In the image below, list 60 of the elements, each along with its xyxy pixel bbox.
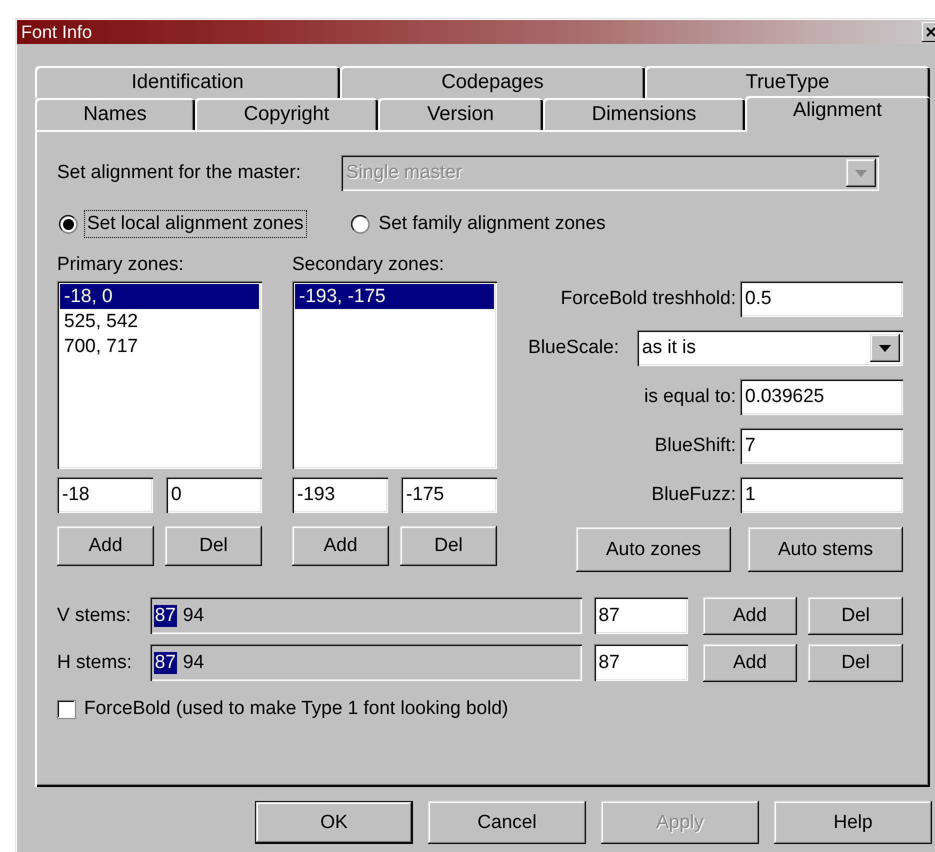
input-field[interactable]: -193 (292, 477, 388, 513)
stem-button[interactable]: Del (808, 596, 903, 634)
input-field[interactable]: 7 (740, 428, 903, 464)
tab[interactable]: Codepages (340, 66, 645, 98)
stem-value: 87 (154, 652, 177, 674)
field-label: BlueScale: (528, 337, 619, 359)
field-label: Set alignment for the master: (57, 162, 301, 184)
tab[interactable]: Identification (35, 66, 340, 98)
stem-button[interactable]: Del (808, 644, 903, 682)
field-label: V stems: (57, 604, 132, 626)
list-item[interactable]: -193, -175 (295, 284, 494, 309)
stem-button[interactable]: Add (702, 644, 798, 682)
tab[interactable]: Alignment (745, 96, 930, 132)
auto-button[interactable]: Auto stems (748, 527, 903, 572)
zone-button[interactable]: Del (400, 526, 497, 566)
tab[interactable]: Version (378, 98, 543, 130)
auto-button[interactable]: Auto zones (576, 527, 731, 572)
list-box[interactable]: -193, -175 (292, 281, 497, 469)
dialog-button[interactable]: Help (774, 801, 932, 844)
list-item[interactable]: -18, 0 (60, 284, 259, 309)
list-item[interactable]: 525, 542 (60, 309, 259, 334)
tab[interactable]: TrueType (645, 66, 930, 98)
window-title: Font Info (21, 22, 92, 42)
list-box[interactable]: -18, 0 525, 542 700, 717 (57, 281, 262, 469)
input-field[interactable]: 87 (594, 597, 688, 634)
stem-value: 87 (154, 604, 177, 626)
field-label: ForceBold treshhold: (560, 288, 736, 310)
field-label: BlueFuzz: (652, 484, 736, 506)
stems-field[interactable]: 87 94 (150, 644, 582, 681)
stem-value: 94 (182, 652, 206, 674)
tab[interactable]: Dimensions (543, 98, 745, 130)
zone-button[interactable]: Del (165, 526, 262, 566)
tab[interactable]: Names (35, 98, 195, 130)
field-label: H stems: (57, 652, 133, 674)
input-field[interactable]: 0 (166, 477, 262, 513)
zone-button[interactable]: Add (292, 526, 389, 566)
dropdown-field[interactable]: as it is (637, 330, 903, 366)
stems-field[interactable]: 87 94 (150, 597, 582, 634)
radio-label[interactable]: Set family alignment zones (376, 210, 609, 238)
list-label: Secondary zones: (292, 254, 446, 277)
radio-label[interactable]: Set local alignment zones (84, 210, 307, 238)
dialog-button[interactable]: Cancel (428, 801, 586, 844)
stem-button[interactable]: Add (702, 596, 798, 634)
dialog-button[interactable]: OK (255, 801, 413, 844)
input-field[interactable]: -175 (401, 477, 497, 513)
list-label: Primary zones: (57, 254, 185, 277)
tab[interactable]: Copyright (195, 98, 378, 130)
input-field[interactable]: 1 (740, 477, 903, 513)
field-label: is equal to: (644, 386, 736, 408)
field-label: BlueShift: (654, 435, 736, 457)
checkbox-label[interactable]: ForceBold (used to make Type 1 font looking bold) (84, 698, 508, 720)
input-field[interactable]: 87 (594, 644, 688, 681)
zone-button[interactable]: Add (57, 526, 154, 566)
stem-value: 94 (182, 604, 206, 626)
dropdown-value: Single master (346, 162, 462, 184)
input-field[interactable]: 0.039625 (740, 379, 903, 415)
list-item[interactable]: 700, 717 (60, 334, 259, 359)
input-field[interactable]: 0.5 (740, 281, 903, 317)
dropdown-value: as it is (642, 337, 696, 359)
input-field[interactable]: -18 (57, 477, 153, 513)
